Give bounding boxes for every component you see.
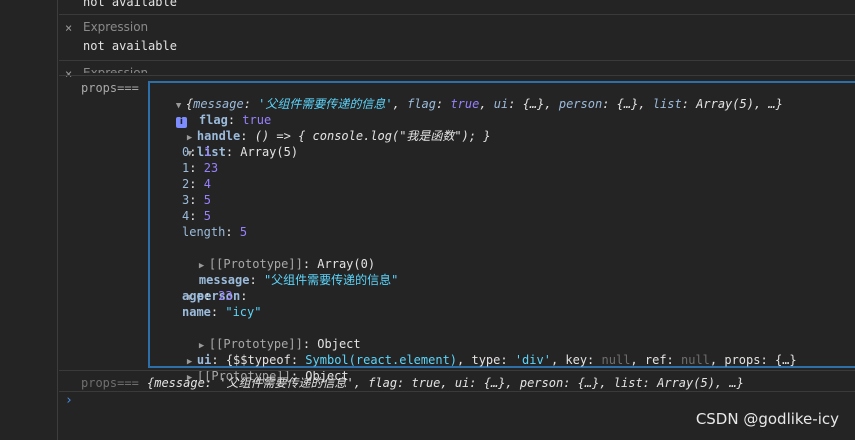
expression-value: not available [83, 39, 177, 53]
divider [59, 391, 855, 392]
divider [59, 60, 855, 61]
log-label: props=== [81, 376, 139, 390]
list-item: 2: 4 [182, 177, 211, 191]
list-item: 4: 5 [182, 209, 211, 223]
expression-value: not available [83, 0, 177, 9]
expression-header[interactable]: Expression [83, 65, 148, 73]
watermark: CSDN @godlike-icy [695, 410, 839, 428]
log-label: props=== [81, 81, 139, 95]
prop-list[interactable]: ▼ list: Array(5) [158, 128, 298, 178]
divider [59, 14, 855, 15]
close-expression-icon[interactable]: × [65, 20, 72, 36]
console-panel: not available × Expression not available… [59, 0, 855, 440]
list-item: 3: 5 [182, 193, 211, 207]
person-age: age: 23 [182, 289, 233, 303]
divider [59, 75, 855, 76]
person-name: name: "icy" [182, 305, 262, 319]
left-gutter [0, 0, 58, 440]
list-item: 1: 23 [182, 161, 219, 175]
close-expression-icon[interactable]: × [65, 66, 72, 82]
list-length: length: 5 [182, 225, 248, 239]
object-summary[interactable]: {message: '父组件需要传递的信息', flag: true, ui: … [147, 375, 744, 391]
console-prompt-icon[interactable]: › [65, 393, 73, 408]
expression-header[interactable]: Expression [83, 19, 148, 35]
list-item: 0: 1 [182, 145, 211, 159]
divider [59, 370, 855, 371]
